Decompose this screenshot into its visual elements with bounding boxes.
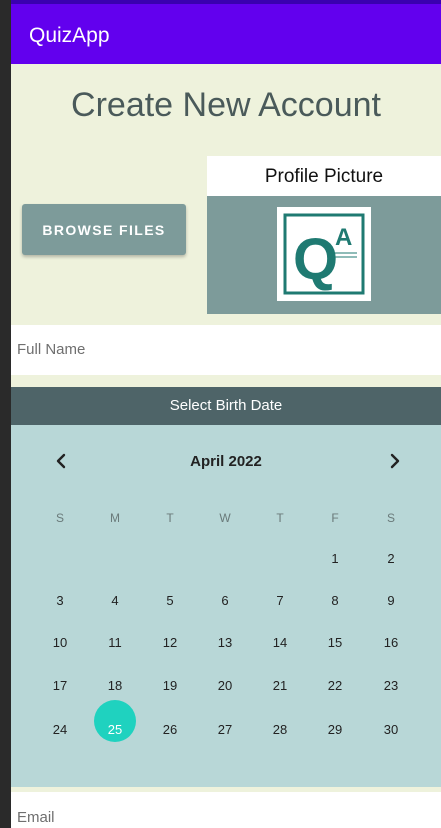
calendar-day[interactable]: 21 — [260, 678, 300, 693]
calendar-day[interactable]: 27 — [205, 722, 245, 737]
calendar-day[interactable]: 18 — [95, 678, 135, 693]
left-edge-strip — [0, 0, 11, 828]
weekday-label: W — [219, 511, 231, 525]
calendar-day[interactable]: 9 — [371, 593, 411, 608]
calendar-day[interactable]: 8 — [315, 593, 355, 608]
calendar: April 2022 S M T W T F S 1 2 3 4 5 6 7 8 9 10 11 12 13 14 15 1… — [11, 425, 441, 787]
weekday-label: T — [166, 511, 174, 525]
calendar-day[interactable]: 26 — [150, 722, 190, 737]
calendar-day[interactable]: 17 — [40, 678, 80, 693]
calendar-day[interactable]: 7 — [260, 593, 300, 608]
profile-picture-header: Profile Picture — [207, 156, 441, 196]
full-name-field[interactable]: Full Name — [11, 325, 441, 375]
month-label: April 2022 — [190, 453, 262, 470]
calendar-day[interactable]: 25 — [95, 722, 135, 737]
browse-files-button[interactable]: BROWSE FILES — [22, 204, 186, 255]
profile-picture-label: Profile Picture — [264, 166, 384, 187]
calendar-day[interactable]: 5 — [150, 593, 190, 608]
calendar-day[interactable]: 11 — [95, 635, 135, 650]
weekday-label: M — [110, 511, 120, 525]
app-bar: QuizApp — [11, 4, 441, 64]
calendar-day[interactable]: 23 — [371, 678, 411, 693]
calendar-day[interactable]: 16 — [371, 635, 411, 650]
email-field[interactable]: Email — [11, 792, 441, 828]
calendar-day[interactable]: 4 — [95, 593, 135, 608]
calendar-day[interactable]: 1 — [315, 551, 355, 566]
calendar-day[interactable]: 20 — [205, 678, 245, 693]
weekday-label: T — [276, 511, 284, 525]
calendar-day[interactable]: 2 — [371, 551, 411, 566]
calendar-day[interactable]: 14 — [260, 635, 300, 650]
calendar-day[interactable]: 22 — [315, 678, 355, 693]
calendar-day[interactable]: 6 — [205, 593, 245, 608]
calendar-day[interactable]: 24 — [40, 722, 80, 737]
weekday-label: S — [55, 511, 64, 525]
calendar-day[interactable]: 30 — [371, 722, 411, 737]
calendar-day[interactable]: 29 — [315, 722, 355, 737]
calendar-day[interactable]: 3 — [40, 593, 80, 608]
profile-picture-box[interactable]: Q A — [207, 196, 441, 314]
calendar-day[interactable]: 28 — [260, 722, 300, 737]
calendar-day[interactable]: 19 — [150, 678, 190, 693]
birth-date-header: Select Birth Date — [11, 387, 441, 425]
calendar-day[interactable]: 10 — [40, 635, 80, 650]
calendar-day[interactable]: 13 — [205, 635, 245, 650]
calendar-day[interactable]: 15 — [315, 635, 355, 650]
page-title: Create New Account — [71, 86, 381, 124]
weekday-label: F — [331, 511, 339, 525]
chevron-right-icon[interactable] — [385, 449, 405, 473]
app-title: QuizApp — [29, 24, 110, 47]
qa-logo-image: Q A — [277, 207, 371, 301]
calendar-day[interactable]: 12 — [150, 635, 190, 650]
app-window: QuizApp Create New Account BROWSE FILES … — [11, 0, 441, 828]
qa-logo-a: A — [335, 224, 352, 251]
qa-logo-q: Q — [293, 227, 338, 292]
weekday-label: S — [386, 511, 395, 525]
